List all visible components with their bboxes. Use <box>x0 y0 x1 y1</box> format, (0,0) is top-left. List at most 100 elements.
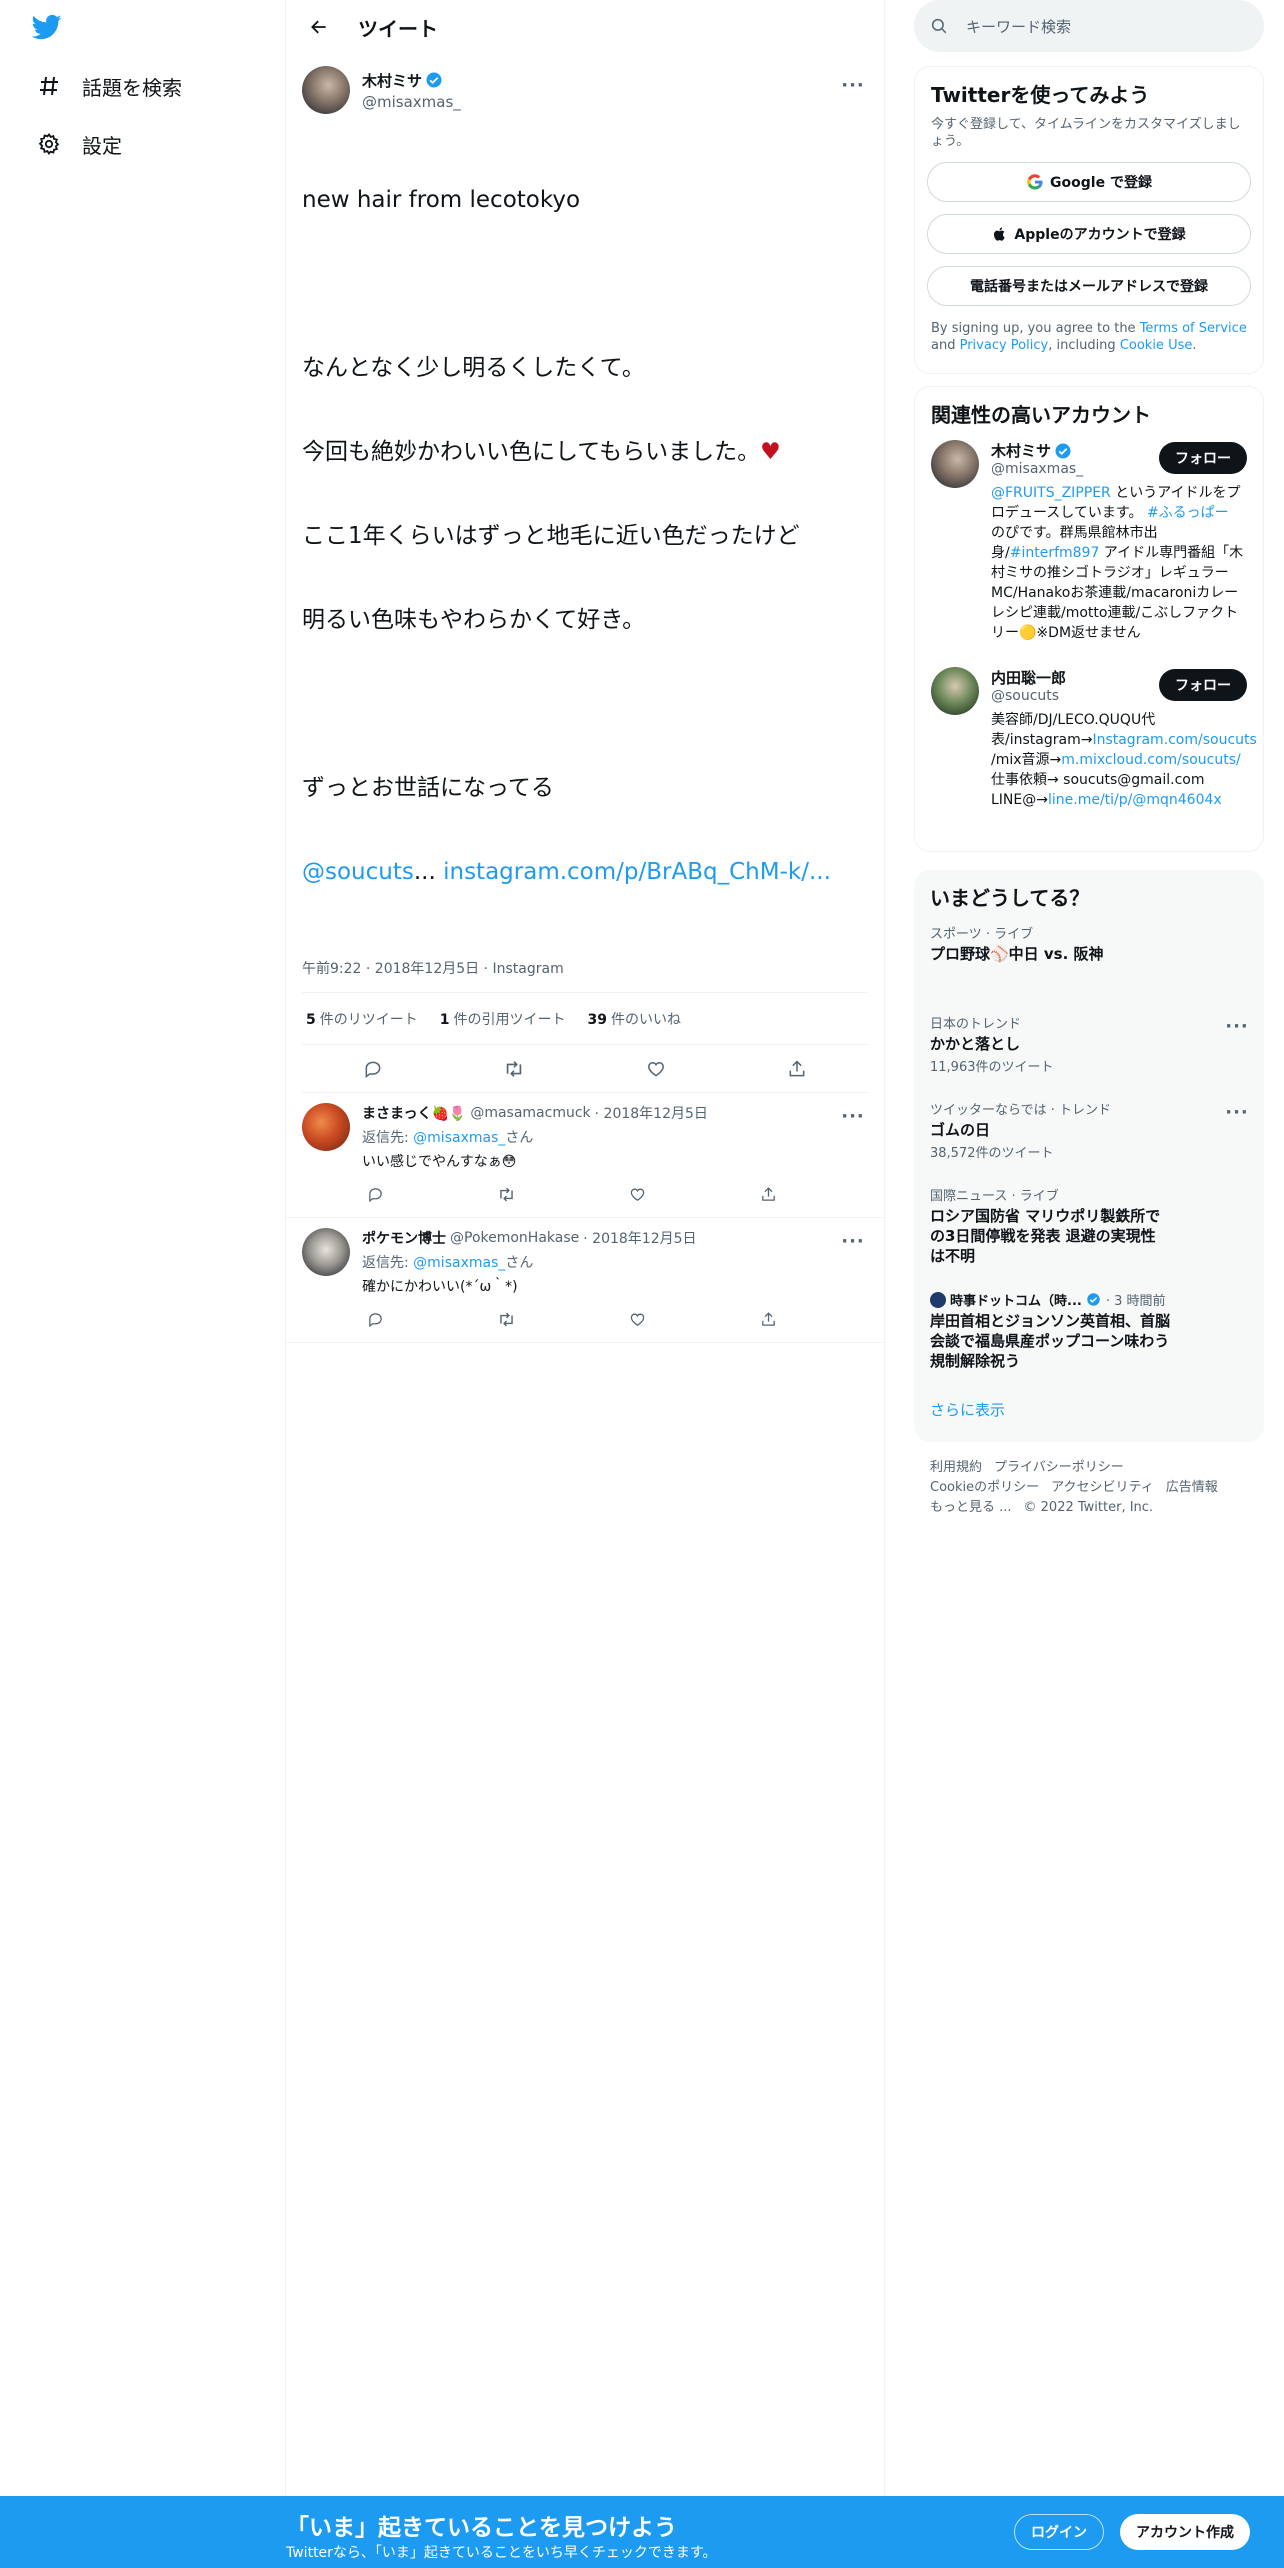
retweet-icon[interactable] <box>493 1181 519 1207</box>
trends-card: いまどうしてる？ スポーツ · ライブ プロ野球⚾中日 vs. 阪神 日本のトレ… <box>914 870 1264 1442</box>
author-handle[interactable]: @misaxmas_ <box>362 93 461 111</box>
apple-signup-button[interactable]: Appleのアカウントで登録 <box>927 214 1251 254</box>
signup-button[interactable]: アカウント作成 <box>1120 2514 1250 2550</box>
trend-title: ゴムの日 <box>930 1121 991 1139</box>
search-input[interactable]: キーワード検索 <box>914 0 1264 52</box>
reply-tweet[interactable]: ポケモン博士 @PokemonHakase · 2018年12月5日 返信先: … <box>286 1218 884 1343</box>
avatar[interactable] <box>931 667 979 715</box>
trend-item[interactable]: 日本のトレンド かかと落とし 11,963件のツイート ··· <box>914 1001 1264 1087</box>
back-arrow-icon[interactable] <box>302 10 336 44</box>
signup-title: Twitterを使ってみよう <box>931 83 1150 107</box>
reply-author-name[interactable]: まさまっく🍓🌷 <box>362 1103 466 1123</box>
quote-count[interactable]: 1 件の引用ツイート <box>440 1009 566 1029</box>
reply-to: 返信先: @misaxmas_さん <box>362 1255 534 1271</box>
show-more-link[interactable]: さらに表示 <box>914 1383 1264 1436</box>
reply-icon[interactable] <box>362 1181 388 1207</box>
bio-link[interactable]: m.mixcloud.com/soucuts/ <box>1061 752 1240 768</box>
search-placeholder: キーワード検索 <box>966 17 1072 36</box>
reply-author-handle[interactable]: @PokemonHakase <box>450 1230 579 1246</box>
signup-subtitle: 今すぐ登録して、タイムラインをカスタマイズしましょう。 <box>931 117 1241 149</box>
footer-more-link[interactable]: もっと見る ... <box>930 1500 1012 1515</box>
like-icon[interactable] <box>639 1052 673 1086</box>
footer-links: 利用規約 プライバシーポリシー Cookieのポリシー アクセシビリティ 広告情報 も… <box>930 1458 1260 1518</box>
tweet-actions <box>302 1045 868 1093</box>
nav-settings[interactable]: 設定 <box>22 116 136 172</box>
share-icon[interactable] <box>756 1306 782 1332</box>
more-options-icon[interactable]: ··· <box>838 1226 868 1256</box>
bio-mention-link[interactable]: @FRUITS_ZIPPER <box>991 485 1111 501</box>
tweet-line: @soucuts... instagram.com/p/BrABq_ChM-k/… <box>302 859 831 885</box>
avatar[interactable] <box>302 66 350 114</box>
bio-link[interactable]: line.me/ti/p/@mqn4604x <box>1048 792 1222 808</box>
bio-hashtag-link[interactable]: #interfm897 <box>1010 545 1100 561</box>
login-button[interactable]: ログイン <box>1014 2514 1104 2550</box>
reply-icon[interactable] <box>356 1052 390 1086</box>
terms-of-service-link[interactable]: Terms of Service <box>1140 321 1247 336</box>
reply-author-handle[interactable]: @masamacmuck <box>470 1105 590 1121</box>
trend-item[interactable]: ツイッターならでは · トレンド ゴムの日 38,572件のツイート ··· <box>914 1087 1264 1173</box>
reply-author-name[interactable]: ポケモン博士 <box>362 1228 446 1248</box>
tweet-timestamp[interactable]: 午前9:22 · 2018年12月5日 · Instagram <box>302 958 868 993</box>
bio-hashtag-link[interactable]: #ふるっぱー <box>1147 505 1229 521</box>
more-options-icon[interactable]: ··· <box>1222 1011 1252 1041</box>
footer-terms-link[interactable]: 利用規約 <box>930 1460 982 1475</box>
more-options-icon[interactable]: ··· <box>838 70 868 100</box>
news-title: 岸田首相とジョンソン英首相、首脳会談で福島県産ポップコーン味わう 規制解除祝う <box>930 1312 1185 1370</box>
signup-card: Twitterを使ってみよう 今すぐ登録して、タイムラインをカスタマイズしましょ… <box>914 66 1264 374</box>
related-account[interactable]: 内田聡一郎 @soucuts 美容師/DJ/LECO.QUQU代表/instag… <box>915 655 1263 822</box>
account-name[interactable]: 内田聡一郎 <box>991 667 1066 688</box>
page-header: ツイート <box>286 0 884 54</box>
privacy-policy-link[interactable]: Privacy Policy <box>960 338 1049 353</box>
account-bio: @FRUITS_ZIPPER というアイドルをプロデュースしています。 #ふるっ… <box>991 485 1244 641</box>
nav-explore[interactable]: 話題を検索 <box>22 58 196 114</box>
share-icon[interactable] <box>756 1181 782 1207</box>
share-icon[interactable] <box>780 1052 814 1086</box>
phone-email-signup-button[interactable]: 電話番号またはメールアドレスで登録 <box>927 266 1251 306</box>
bio-link[interactable]: Instagram.com/soucuts <box>1092 732 1256 748</box>
related-account[interactable]: 木村ミサ @misaxmas_ @FRUITS_ZIPPER というアイドルをプ… <box>915 428 1263 655</box>
footer-privacy-link[interactable]: プライバシーポリシー <box>994 1460 1124 1475</box>
main-column: ツイート 木村ミサ @misaxmas_ ··· new hair from l… <box>286 0 885 2568</box>
cookie-use-link[interactable]: Cookie Use <box>1120 338 1193 353</box>
reply-date[interactable]: · 2018年12月5日 <box>595 1103 708 1123</box>
reply-to-handle[interactable]: @misaxmas_ <box>413 1255 505 1271</box>
footer-ads-link[interactable]: 広告情報 <box>1166 1480 1218 1495</box>
news-item[interactable]: 時事ドットコム（時... · 3 時間前 岸田首相とジョンソン英首相、首脳会談で… <box>914 1278 1264 1383</box>
tweet-line: ずっとお世話になってる <box>302 775 554 801</box>
account-name[interactable]: 木村ミサ <box>991 440 1051 461</box>
footer-cookie-link[interactable]: Cookieのポリシー <box>930 1480 1039 1495</box>
reply-tweet[interactable]: まさまっく🍓🌷 @masamacmuck · 2018年12月5日 返信先: @… <box>286 1093 884 1218</box>
retweet-count[interactable]: 5 件のリツイート <box>306 1009 418 1029</box>
trend-item[interactable]: スポーツ · ライブ プロ野球⚾中日 vs. 阪神 <box>914 911 1264 1001</box>
instagram-link[interactable]: instagram.com/p/BrABq_ChM-k/... <box>443 859 831 885</box>
follow-button[interactable]: フォロー <box>1159 442 1247 474</box>
twitter-logo-icon[interactable] <box>30 12 66 48</box>
follow-button[interactable]: フォロー <box>1159 669 1247 701</box>
retweet-icon[interactable] <box>497 1052 531 1086</box>
reply-to: 返信先: @misaxmas_さん <box>362 1130 534 1146</box>
reply-to-handle[interactable]: @misaxmas_ <box>413 1130 505 1146</box>
more-options-icon[interactable]: ··· <box>838 1101 868 1131</box>
avatar[interactable] <box>302 1228 350 1276</box>
main-tweet: 木村ミサ @misaxmas_ ··· new hair from lecoto… <box>286 54 884 1093</box>
reply-date[interactable]: · 2018年12月5日 <box>583 1228 696 1248</box>
tweet-line <box>302 690 868 718</box>
retweet-icon[interactable] <box>493 1306 519 1332</box>
trend-item[interactable]: 国際ニュース · ライブ ロシア国防省 マリウポリ製鉄所での3日間停戦を発表 退… <box>914 1173 1264 1278</box>
red-heart-icon: ♥ <box>760 439 781 465</box>
tweet-stats: 5 件のリツイート 1 件の引用ツイート 39 件のいいね <box>302 993 868 1045</box>
author-name[interactable]: 木村ミサ <box>362 70 422 91</box>
like-icon[interactable] <box>625 1181 651 1207</box>
google-signup-button[interactable]: Google で登録 <box>927 162 1251 202</box>
footer-accessibility-link[interactable]: アクセシビリティ <box>1051 1480 1154 1495</box>
trend-count: 11,963件のツイート <box>930 1060 1054 1075</box>
like-count[interactable]: 39 件のいいね <box>588 1009 681 1029</box>
avatar[interactable] <box>302 1103 350 1151</box>
trend-context: ツイッターならでは · トレンド <box>930 1103 1112 1118</box>
mention-link[interactable]: @soucuts <box>302 859 414 885</box>
avatar[interactable] <box>931 440 979 488</box>
trend-title: ロシア国防省 マリウポリ製鉄所での3日間停戦を発表 退避の実現性は不明 <box>930 1207 1161 1265</box>
more-options-icon[interactable]: ··· <box>1222 1097 1252 1127</box>
like-icon[interactable] <box>625 1306 651 1332</box>
reply-icon[interactable] <box>362 1306 388 1332</box>
